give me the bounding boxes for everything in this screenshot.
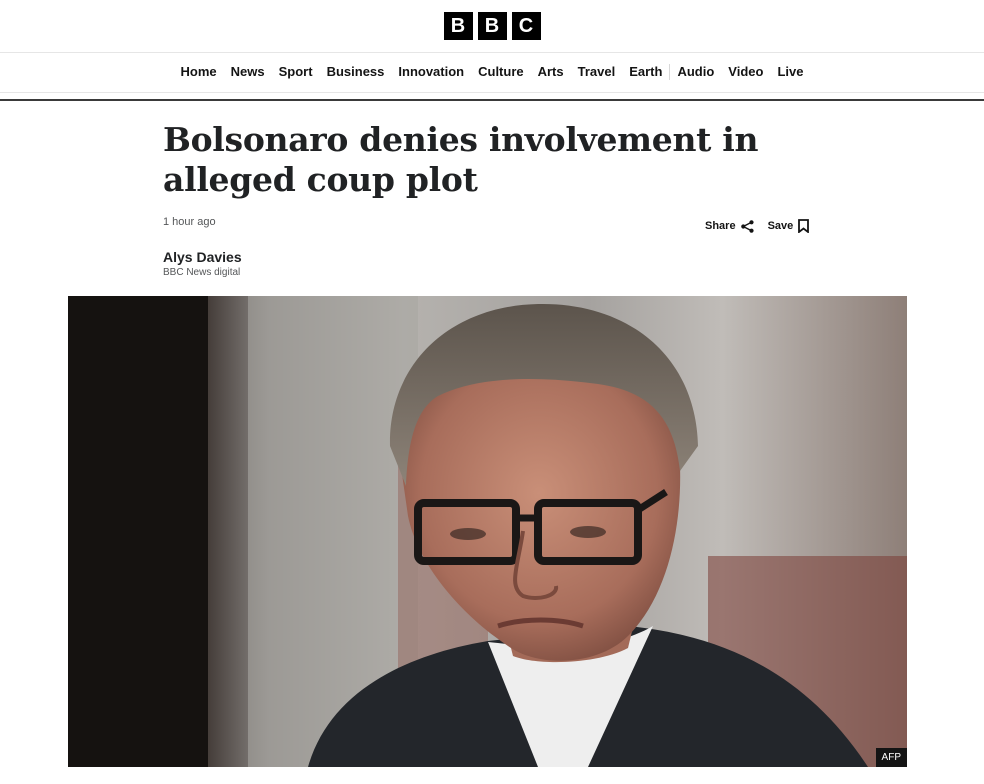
save-label: Save	[767, 220, 794, 232]
nav-item-live[interactable]: Live	[770, 64, 810, 80]
nav-item-video[interactable]: Video	[721, 64, 770, 80]
bookmark-icon	[798, 219, 810, 233]
nav-item-innovation[interactable]: Innovation	[391, 64, 471, 80]
nav-item-audio[interactable]: Audio	[669, 64, 721, 80]
nav-item-culture[interactable]: Culture	[471, 64, 531, 80]
nav-item-sport[interactable]: Sport	[272, 64, 320, 80]
nav-item-travel[interactable]: Travel	[571, 64, 623, 80]
nav-item-news[interactable]: News	[224, 64, 272, 80]
content-divider	[0, 99, 984, 101]
share-icon	[740, 219, 754, 233]
nav-item-earth[interactable]: Earth	[622, 64, 669, 80]
save-button[interactable]: Save	[768, 219, 810, 233]
nav-item-business[interactable]: Business	[320, 64, 392, 80]
article-timestamp: 1 hour ago	[163, 216, 216, 228]
nav-divider	[0, 92, 984, 93]
logo-letter-b1: B	[443, 12, 473, 40]
article-headline: Bolsonaro denies involvement in alleged …	[163, 120, 759, 199]
page: B B C Home News Sport Business Innovatio…	[0, 0, 984, 784]
bbc-logo[interactable]: B B C	[443, 12, 541, 40]
article-hero-image: AFP	[68, 296, 907, 767]
logo-letter-c: C	[511, 12, 541, 40]
share-label: Share	[705, 220, 736, 232]
logo-letter-b2: B	[477, 12, 507, 40]
masthead: B B C	[0, 0, 984, 53]
author-role: BBC News digital	[163, 267, 241, 278]
hero-photo-illustration	[68, 296, 907, 767]
share-button[interactable]: Share	[705, 219, 754, 233]
nav-item-arts[interactable]: Arts	[531, 64, 571, 80]
nav-item-home[interactable]: Home	[174, 64, 224, 80]
article-actions: Share Save	[705, 219, 810, 233]
image-credit: AFP	[875, 748, 907, 767]
author-name[interactable]: Alys Davies	[163, 249, 242, 265]
main-nav: Home News Sport Business Innovation Cult…	[0, 53, 984, 91]
